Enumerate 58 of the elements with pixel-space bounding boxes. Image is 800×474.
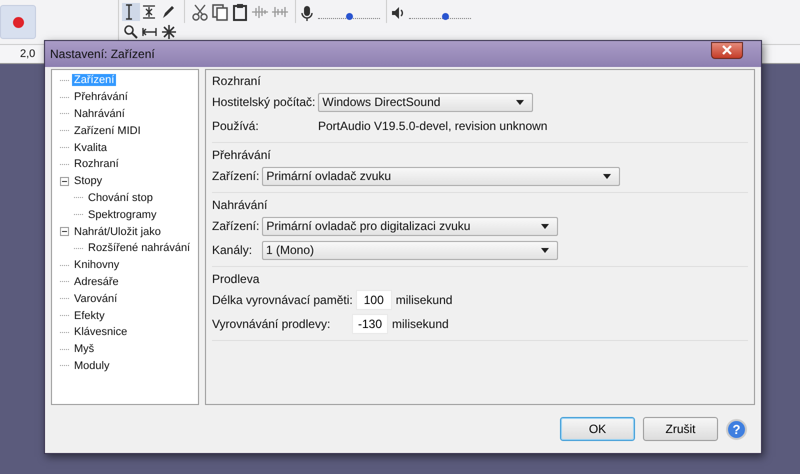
- section-heading: Prodleva: [212, 271, 260, 288]
- tree-item[interactable]: Nahrávání: [72, 108, 127, 120]
- tree-item[interactable]: Adresáře: [72, 276, 121, 288]
- dropdown[interactable]: Windows DirectSound: [318, 92, 534, 112]
- section-heading: Přehrávání: [212, 147, 272, 164]
- zoom-icon[interactable]: [122, 23, 140, 41]
- caret-icon: [516, 100, 524, 104]
- input-field[interactable]: 100: [356, 290, 392, 310]
- tree-item[interactable]: Nahrát/Uložit jako: [72, 226, 163, 238]
- collapse-icon[interactable]: [60, 176, 69, 186]
- section-heading: Nahrávání: [212, 197, 268, 214]
- tree-item[interactable]: Myš: [72, 343, 96, 356]
- tree-item[interactable]: Spektrogramy: [86, 208, 158, 221]
- tree-item[interactable]: Varování: [72, 292, 120, 305]
- multi-tool-icon[interactable]: [160, 23, 178, 41]
- field-label: Zařízení:: [212, 169, 260, 183]
- tree-item[interactable]: Stopy: [72, 175, 104, 188]
- tree-item[interactable]: Knihovny: [72, 259, 122, 272]
- ruler-label: 2,0: [20, 48, 36, 60]
- window-title: Nastavení: Zařízení: [50, 47, 155, 61]
- field-label: Hostitelský počítač:: [212, 95, 316, 109]
- dropdown[interactable]: 1 (Mono): [262, 240, 558, 260]
- copy-icon[interactable]: [211, 3, 229, 21]
- dropdown[interactable]: Primární ovladač zvuku: [262, 166, 620, 186]
- clipboard-icon[interactable]: [231, 3, 249, 21]
- caret-icon: [603, 174, 612, 178]
- unit-label: milisekund: [396, 293, 452, 307]
- section-heading: Rozhraní: [212, 73, 262, 90]
- tree-item[interactable]: Klávesnice: [72, 326, 130, 338]
- tree-item[interactable]: Rozšířené nahrávání: [86, 242, 192, 254]
- help-button[interactable]: ?: [726, 418, 747, 440]
- tree-item[interactable]: Rozhraní: [72, 158, 121, 170]
- field-value: PortAudio V19.5.0-devel, revision unknown: [318, 119, 548, 133]
- tree-item[interactable]: Zařízení MIDI: [72, 124, 143, 137]
- unit-label: milisekund: [392, 317, 449, 331]
- input-field[interactable]: -130: [352, 314, 388, 334]
- caret-icon: [541, 224, 550, 228]
- field-label: Délka vyrovnávací paměti:: [212, 293, 353, 307]
- scissors-icon[interactable]: [191, 3, 209, 21]
- field-label: Zařízení:: [212, 219, 260, 233]
- record-button[interactable]: [0, 5, 36, 39]
- field-label: Kanály:: [212, 243, 254, 257]
- select-tool-icon[interactable]: [122, 3, 140, 21]
- dropdown[interactable]: Primární ovladač pro digitalizaci zvuku: [262, 216, 558, 236]
- tree-item[interactable]: Moduly: [72, 360, 112, 372]
- collapse-icon[interactable]: [60, 227, 69, 236]
- cancel-button[interactable]: Zrušit: [643, 417, 718, 441]
- tree-item[interactable]: Efekty: [72, 310, 107, 322]
- microphone-icon: [300, 4, 314, 22]
- caret-icon: [541, 248, 549, 252]
- field-label: Používá:: [212, 119, 260, 133]
- tree-item[interactable]: Chování stop: [86, 192, 155, 204]
- close-button[interactable]: [711, 42, 743, 58]
- tree-item[interactable]: Kvalita: [72, 142, 110, 154]
- close-icon: [720, 45, 734, 55]
- field-label: Vyrovnávání prodlevy:: [212, 317, 332, 331]
- ok-button[interactable]: OK: [560, 417, 635, 441]
- tree-item[interactable]: Přehrávání: [72, 91, 130, 104]
